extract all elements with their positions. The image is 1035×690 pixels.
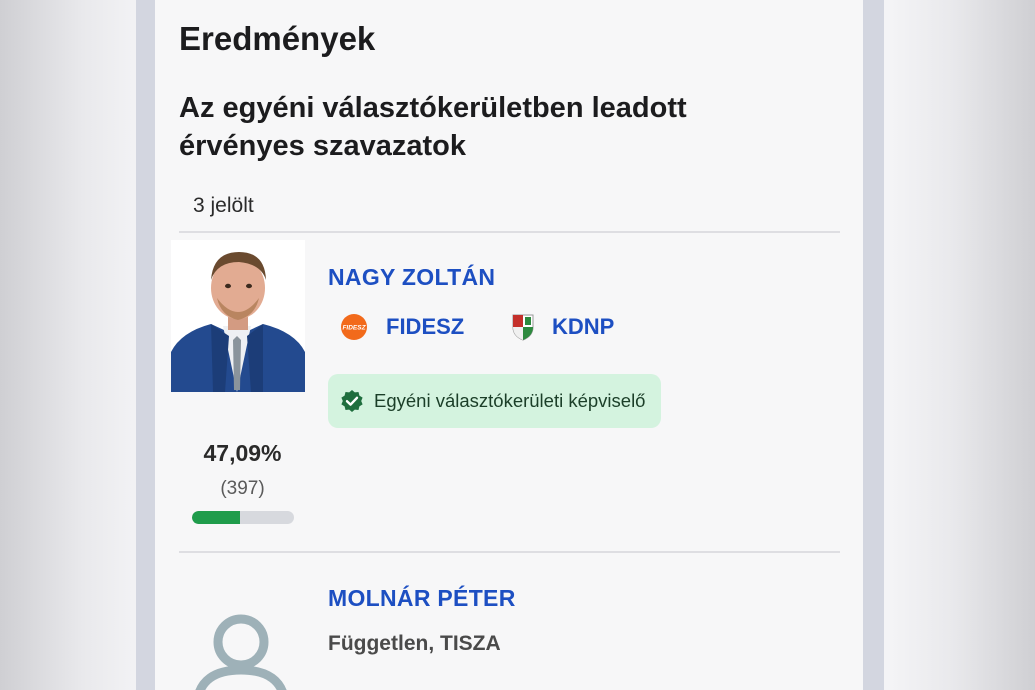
badge-label: Egyéni választókerületi képviselő <box>374 390 646 411</box>
results-page: Eredmények Az egyéni választókerületben … <box>155 0 863 690</box>
elected-badge: Egyéni választókerületi képviselő <box>328 374 662 428</box>
divider <box>179 231 840 233</box>
vote-progress-fill <box>192 511 241 524</box>
vote-percentage: 47,09% <box>203 440 282 466</box>
candidate-photo <box>171 240 305 392</box>
divider <box>179 551 840 553</box>
candidate-name[interactable]: NAGY ZOLTÁN <box>328 264 495 291</box>
fidesz-logo-icon: FIDESZ <box>341 314 367 340</box>
kdnp-shield-icon <box>512 314 534 341</box>
verified-check-icon <box>341 390 363 412</box>
page-subtitle: Az egyéni választókerületben leadott érv… <box>179 92 687 162</box>
svg-text:FIDESZ: FIDESZ <box>342 325 366 332</box>
party-label: FIDESZ <box>386 314 465 339</box>
candidate-photo-image <box>171 240 305 392</box>
page-title: Eredmények <box>179 20 376 57</box>
candidate-affiliation: Független, TISZA <box>328 632 501 655</box>
user-placeholder-icon <box>195 614 287 690</box>
vote-progress-bar <box>192 511 294 524</box>
candidate-count: 3 jelölt <box>193 194 254 217</box>
vote-count: (397) <box>220 478 265 499</box>
party-fidesz[interactable]: FIDESZ FIDESZ <box>340 313 464 341</box>
candidate-avatar <box>191 612 295 690</box>
candidate-name[interactable]: MOLNÁR PÉTER <box>328 585 516 612</box>
party-kdnp[interactable]: KDNP <box>512 313 614 341</box>
party-label: KDNP <box>552 314 615 339</box>
